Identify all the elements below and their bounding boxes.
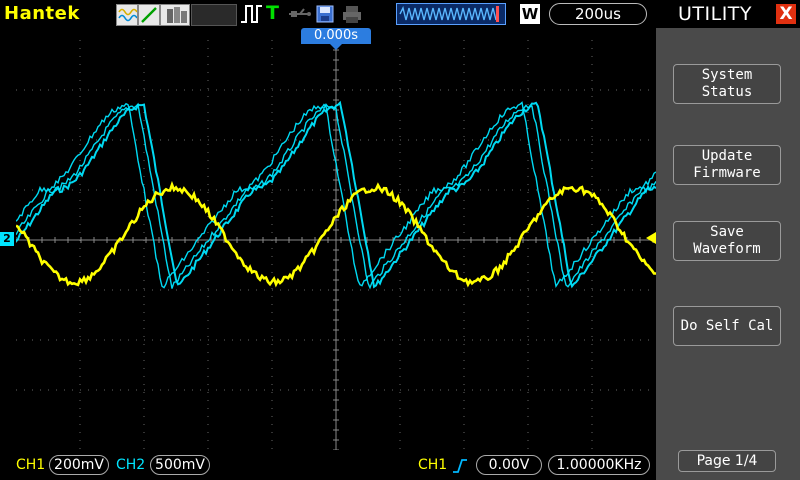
update-firmware-button[interactable]: Update Firmware: [673, 145, 781, 185]
button-label-line2: Status: [701, 84, 753, 100]
ch2-ground-marker[interactable]: 2: [0, 232, 14, 246]
save-waveform-button[interactable]: Save Waveform: [673, 221, 781, 261]
acquisition-mode-badge: W: [520, 4, 540, 24]
scope-display: [16, 40, 656, 450]
status-bar: CH1 200mV CH2 500mV CH1 0.00V 1.00000KHz: [0, 452, 656, 480]
trigger-status-icon: T: [266, 2, 279, 24]
close-icon[interactable]: X: [776, 4, 796, 24]
rising-edge-icon[interactable]: [452, 458, 468, 474]
system-status-button[interactable]: System Status: [673, 64, 781, 104]
trigger-level-marker-icon[interactable]: [646, 232, 656, 244]
self-cal-button[interactable]: Do Self Cal: [673, 306, 781, 346]
button-label-line2: Firmware: [693, 165, 761, 181]
button-label-line2: Waveform: [693, 241, 761, 257]
panel-title: UTILITY: [678, 3, 753, 25]
top-toolbar: Hantek T W 200us: [0, 0, 656, 28]
button-label-line1: System: [701, 67, 753, 83]
timebase-readout[interactable]: 200us: [549, 3, 647, 25]
usb-icon: [288, 4, 312, 24]
empty-slot-icon: [191, 4, 237, 26]
trigger-frequency-readout: 1.00000KHz: [548, 455, 650, 475]
waveform-graticule: [16, 40, 656, 450]
trigger-position-arrow-icon: [330, 44, 342, 50]
vector-line-icon[interactable]: [138, 4, 160, 26]
ch1-label: CH1: [16, 457, 46, 473]
brand-logo: Hantek: [4, 3, 80, 24]
save-disk-icon[interactable]: [315, 4, 335, 24]
ch1-scale[interactable]: 200mV: [49, 455, 109, 475]
waveform-display-icon[interactable]: [116, 4, 138, 26]
trigger-edge-icon[interactable]: [240, 3, 264, 25]
printer-icon[interactable]: [341, 4, 363, 24]
trigger-source-label: CH1: [418, 457, 448, 473]
page-indicator[interactable]: Page 1/4: [678, 450, 776, 472]
panel-header: UTILITY X: [656, 0, 800, 28]
trigger-position-readout[interactable]: 0.000s: [301, 28, 371, 44]
button-label-line1: Do Self Cal: [680, 317, 774, 334]
ch2-scale[interactable]: 500mV: [150, 455, 210, 475]
ch2-label: CH2: [116, 457, 146, 473]
memory-waveform-icon: [396, 3, 506, 25]
trigger-level-readout[interactable]: 0.00V: [476, 455, 542, 475]
button-label-line1: Save: [710, 224, 744, 240]
button-label-line1: Update: [701, 148, 753, 164]
persistence-icon[interactable]: [160, 4, 190, 26]
utility-menu-panel: UTILITY X System Status Update Firmware …: [656, 0, 800, 480]
